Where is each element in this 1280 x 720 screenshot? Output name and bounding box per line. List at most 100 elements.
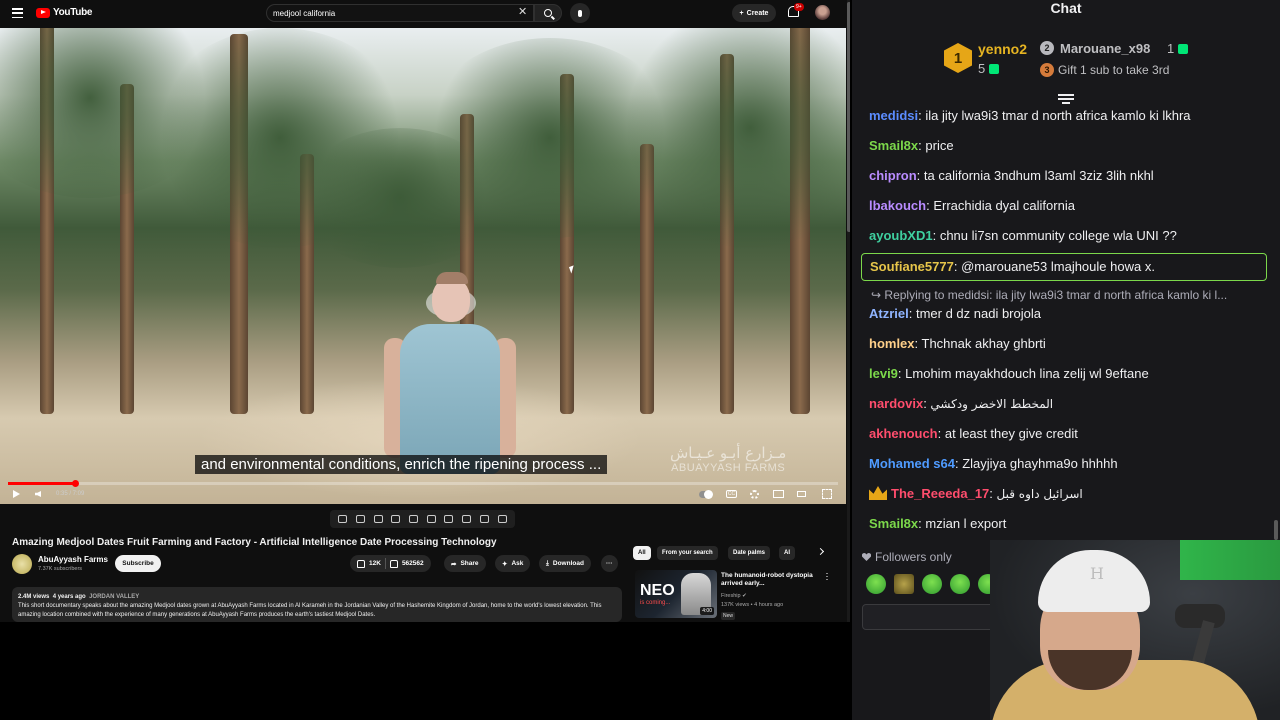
chat-username: ayoubXD1 [869,228,933,243]
chip-date-palms[interactable]: Date palms [728,546,771,560]
chip-ai[interactable]: AI [779,546,795,560]
fullscreen-button[interactable] [822,488,832,500]
mouse-cursor-icon [568,265,577,274]
download-button[interactable]: ⤓ Download [539,555,591,572]
background-panel [1180,540,1280,580]
download-label: Download [552,560,584,567]
chat-username: nardovix [869,396,924,411]
volume-button[interactable] [35,488,41,500]
search-button[interactable] [534,4,562,22]
speed-icon[interactable] [444,515,454,523]
create-button[interactable]: + Create [732,4,776,22]
chat-message[interactable]: akhenouch: at least they give credit [869,426,1078,441]
chat-username: homlex [869,336,915,351]
verified-check-icon: ✔ [742,593,747,599]
chat-message[interactable]: lbakouch: Errachidia dyal california [869,198,1075,213]
filter-icon[interactable] [373,515,383,523]
chat-username: akhenouch [869,426,938,441]
followers-only-notice: Followers only [862,550,952,564]
kebab-menu-icon[interactable] [826,572,828,580]
progress-scrubber[interactable] [72,480,80,487]
search-input[interactable]: medjool california [266,4,534,22]
ask-button[interactable]: ✦ Ask [495,555,531,572]
chat-message[interactable]: levi9: Lmohim mayakhdouch lina zelij wl … [869,366,1149,381]
youtube-logo[interactable]: YouTube [36,7,93,18]
player-controls: 0:35 / 7:09 CC [0,488,846,502]
recommended-video-thumbnail[interactable]: NEO is coming... 4:00 [635,570,717,618]
chat-message[interactable]: The_Reeeda_17: اسرائيل داوه قبل [869,486,1083,501]
description-box[interactable]: 2.4M views 4 years ago JORDAN VALLEY Thi… [12,587,622,622]
chat-message[interactable]: homlex: Thchnak akhay ghbrti [869,336,1046,351]
chat-username: The_Reeeda_17 [891,486,990,501]
channel-name[interactable]: AbuAyyash Farms [38,555,108,564]
audio-icon[interactable] [356,515,366,523]
screenshot-icon[interactable] [479,515,489,523]
loop-icon[interactable] [338,515,348,523]
chat-text: Lmohim mayakhdouch lina zelij wl 9eftane [905,366,1149,381]
video-title: Amazing Medjool Dates Fruit Farming and … [12,537,497,548]
clear-search-icon[interactable]: ✕ [518,5,527,18]
collapse-leaderboard-icon[interactable] [1058,94,1074,106]
more-actions-button[interactable]: ··· [601,555,618,572]
miniplayer-button[interactable] [773,488,784,500]
settings-button[interactable] [750,488,759,500]
chat-message[interactable]: Smail8x: price [869,138,954,153]
chat-text: tmer d dz nadi brojola [915,306,1041,321]
chip-all[interactable]: All [633,546,651,560]
chat-username: Smail8x [869,516,919,531]
thumbs-up-icon[interactable] [357,559,365,568]
emote-ghost-icon[interactable] [922,574,942,594]
account-avatar[interactable] [815,5,830,20]
emote-frog-icon[interactable] [866,574,886,594]
chat-message[interactable]: ayoubXD1: chnu li7sn community college w… [869,228,1177,243]
window-icon[interactable] [426,515,436,523]
chevron-right-icon[interactable] [816,547,825,556]
autoplay-toggle[interactable] [699,488,713,500]
subtitles-button[interactable]: CC [726,488,737,500]
extension-settings-icon[interactable] [497,515,507,523]
chat-message-highlighted[interactable]: Soufiane5777: @marouane53 lmajhoule howa… [870,259,1155,274]
chat-title: Chat [1050,0,1082,16]
share-icon: ➦ [451,560,457,568]
chat-message[interactable]: Smail8x: mzian l export [869,516,1006,531]
emote-box-icon[interactable] [894,574,914,594]
play-icon [13,490,20,498]
chip-from-your-search[interactable]: From your search [657,546,718,560]
chat-message[interactable]: medidsi: ila jity lwa9i3 tmar d north af… [869,108,1191,123]
video-player[interactable]: and environmental conditions, enrich the… [0,28,846,504]
chat-message[interactable]: chipron: ta california 3ndhum l3aml 3ziz… [869,168,1154,183]
location-tag[interactable]: JORDAN VALLEY [89,594,139,600]
timer-icon[interactable] [462,515,472,523]
channel-avatar[interactable] [12,554,32,574]
theater-mode-button[interactable] [797,488,806,500]
dislike-count[interactable]: 562562 [402,560,424,567]
progress-fill [8,482,76,485]
recommended-video-title[interactable]: The humanoid-robot dystopia arrived earl… [721,572,821,588]
first-place-name[interactable]: yenno2 [978,41,1027,57]
subscribe-button[interactable]: Subscribe [115,555,161,572]
chat-username: Smail8x [869,138,919,153]
hamburger-menu-icon[interactable] [12,8,23,18]
grid-icon[interactable] [409,515,419,523]
second-place-name[interactable]: Marouane_x98 [1060,41,1150,56]
chat-scrollbar[interactable] [1274,520,1278,540]
voice-search-button[interactable] [570,3,590,23]
chat-message[interactable]: nardovix: المخطط الاخضر ودكشي [869,396,1053,411]
description-text: This short documentary speaks about the … [18,603,602,618]
chat-message[interactable]: Atzriel: tmer d dz nadi brojola [869,306,1041,321]
film-icon[interactable] [391,515,401,523]
gear-icon [750,489,759,499]
page-scrollbar[interactable] [847,0,850,622]
emote-sleepy-icon[interactable] [950,574,970,594]
reply-context[interactable]: ↪ Replying to medidsi: ila jity lwa9i3 t… [871,288,1227,302]
subscriber-count: 7.37K subscribers [38,566,83,572]
chat-username: Atzriel [869,306,909,321]
chat-message[interactable]: Mohamed s64: Zlayjiya ghayhma9o hhhhh [869,456,1118,471]
chat-text: price [925,138,954,153]
video-progress-bar[interactable] [8,480,838,487]
thumbs-down-icon[interactable] [389,559,398,568]
recommended-channel[interactable]: Fireship ✔ [721,593,747,599]
share-button[interactable]: ➦ Share [444,555,486,572]
like-count[interactable]: 12K [369,560,381,567]
play-button[interactable] [13,488,20,500]
